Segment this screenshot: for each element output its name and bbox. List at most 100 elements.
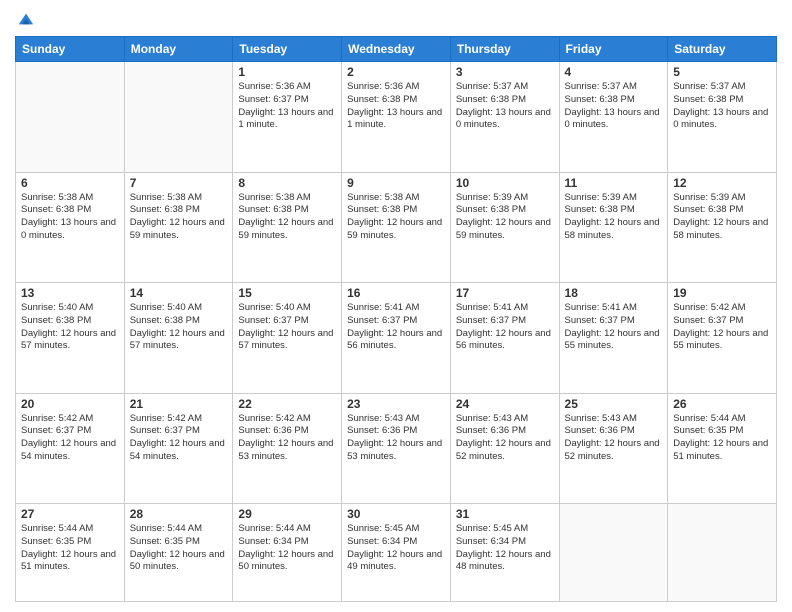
week-row-4: 20 Sunrise: 5:42 AM Sunset: 6:37 PM Dayli…	[16, 393, 777, 504]
day-cell: 10 Sunrise: 5:39 AM Sunset: 6:38 PM Dayli…	[450, 172, 559, 283]
day-number: 7	[130, 176, 228, 190]
day-info: Sunrise: 5:39 AM Sunset: 6:38 PM Dayligh…	[565, 192, 663, 243]
day-number: 30	[347, 507, 445, 521]
day-header-tuesday: Tuesday	[233, 37, 342, 62]
day-info: Sunrise: 5:43 AM Sunset: 6:36 PM Dayligh…	[456, 413, 554, 464]
day-number: 29	[238, 507, 336, 521]
day-cell: 18 Sunrise: 5:41 AM Sunset: 6:37 PM Dayli…	[559, 283, 668, 394]
day-info: Sunrise: 5:44 AM Sunset: 6:34 PM Dayligh…	[238, 523, 336, 574]
day-cell: 20 Sunrise: 5:42 AM Sunset: 6:37 PM Dayli…	[16, 393, 125, 504]
day-info: Sunrise: 5:42 AM Sunset: 6:37 PM Dayligh…	[21, 413, 119, 464]
day-cell: 11 Sunrise: 5:39 AM Sunset: 6:38 PM Dayli…	[559, 172, 668, 283]
day-number: 14	[130, 286, 228, 300]
day-cell: 13Sunrise: 5:40 AM Sunset: 6:38 PM Dayli…	[16, 283, 125, 394]
day-cell: 14 Sunrise: 5:40 AM Sunset: 6:38 PM Dayli…	[124, 283, 233, 394]
day-cell: 5Sunrise: 5:37 AM Sunset: 6:38 PM Daylig…	[668, 62, 777, 173]
day-header-monday: Monday	[124, 37, 233, 62]
day-info: Sunrise: 5:40 AM Sunset: 6:38 PM Dayligh…	[130, 302, 228, 353]
day-cell: 28Sunrise: 5:44 AM Sunset: 6:35 PM Dayli…	[124, 504, 233, 602]
day-number: 26	[673, 397, 771, 411]
day-info: Sunrise: 5:38 AM Sunset: 6:38 PM Dayligh…	[238, 192, 336, 243]
day-info: Sunrise: 5:39 AM Sunset: 6:38 PM Dayligh…	[456, 192, 554, 243]
day-number: 8	[238, 176, 336, 190]
day-number: 22	[238, 397, 336, 411]
day-number: 6	[21, 176, 119, 190]
week-row-3: 13 Sunrise: 5:40 AM Sunset: 6:38 PM Dayli…	[16, 283, 777, 394]
day-number: 1	[238, 65, 336, 79]
day-cell: 31 Sunrise: 5:45 AM Sunset: 6:34 PM Dayli…	[450, 504, 559, 602]
day-number: 17	[456, 286, 554, 300]
day-number: 13	[21, 286, 119, 300]
day-cell: 12 Sunrise: 5:39 AM Sunset: 6:38 PM Dayli…	[668, 172, 777, 283]
day-info: Sunrise: 5:45 AM Sunset: 6:34 PM Dayligh…	[347, 523, 445, 574]
day-number: 10	[456, 176, 554, 190]
day-cell: 27 Sunrise: 5:44 AM Sunset: 6:35 PM Dayli…	[16, 504, 125, 602]
day-cell: 1Sunrise: 5:36 AM Sunset: 6:37 PM Daylig…	[233, 62, 342, 173]
day-info: Sunrise: 5:43 AM Sunset: 6:36 PM Dayligh…	[347, 413, 445, 464]
day-info: Sunrise: 5:44 AM Sunset: 6:35 PM Dayligh…	[21, 523, 119, 574]
day-cell: 6 Sunrise: 5:38 AM Sunset: 6:38 PM Daylig…	[16, 172, 125, 283]
day-cell	[668, 504, 777, 602]
logo	[15, 10, 35, 28]
page: SundayMondayTuesdayWednesdayThursdayFrid…	[0, 0, 792, 612]
day-number: 21	[130, 397, 228, 411]
day-info: Sunrise: 5:37 AM Sunset: 6:38 PM Dayligh…	[673, 81, 771, 132]
day-cell: 21 Sunrise: 5:42 AM Sunset: 6:37 PM Dayli…	[124, 393, 233, 504]
day-info: Sunrise: 5:42 AM Sunset: 6:37 PM Dayligh…	[130, 413, 228, 464]
day-cell: 17 Sunrise: 5:41 AM Sunset: 6:37 PM Dayli…	[450, 283, 559, 394]
day-number: 27	[21, 507, 119, 521]
day-cell: 23 Sunrise: 5:43 AM Sunset: 6:36 PM Dayli…	[342, 393, 451, 504]
day-info: Sunrise: 5:44 AM Sunset: 6:35 PM Dayligh…	[673, 413, 771, 464]
day-info: Sunrise: 5:38 AM Sunset: 6:38 PM Dayligh…	[130, 192, 228, 243]
day-header-saturday: Saturday	[668, 37, 777, 62]
week-row-2: 6 Sunrise: 5:38 AM Sunset: 6:38 PM Daylig…	[16, 172, 777, 283]
logo-icon	[17, 10, 35, 28]
day-number: 3	[456, 65, 554, 79]
day-number: 16	[347, 286, 445, 300]
day-header-thursday: Thursday	[450, 37, 559, 62]
day-cell: 22Sunrise: 5:42 AM Sunset: 6:36 PM Dayli…	[233, 393, 342, 504]
day-number: 11	[565, 176, 663, 190]
day-cell: 19Sunrise: 5:42 AM Sunset: 6:37 PM Dayli…	[668, 283, 777, 394]
day-info: Sunrise: 5:37 AM Sunset: 6:38 PM Dayligh…	[565, 81, 663, 132]
day-number: 4	[565, 65, 663, 79]
header	[15, 10, 777, 28]
day-number: 23	[347, 397, 445, 411]
day-cell: 7 Sunrise: 5:38 AM Sunset: 6:38 PM Daylig…	[124, 172, 233, 283]
day-info: Sunrise: 5:40 AM Sunset: 6:37 PM Dayligh…	[238, 302, 336, 353]
day-cell: 26 Sunrise: 5:44 AM Sunset: 6:35 PM Dayli…	[668, 393, 777, 504]
day-info: Sunrise: 5:38 AM Sunset: 6:38 PM Dayligh…	[21, 192, 119, 243]
day-info: Sunrise: 5:45 AM Sunset: 6:34 PM Dayligh…	[456, 523, 554, 574]
header-row: SundayMondayTuesdayWednesdayThursdayFrid…	[16, 37, 777, 62]
day-info: Sunrise: 5:39 AM Sunset: 6:38 PM Dayligh…	[673, 192, 771, 243]
day-cell: 24Sunrise: 5:43 AM Sunset: 6:36 PM Dayli…	[450, 393, 559, 504]
day-cell: 4 Sunrise: 5:37 AM Sunset: 6:38 PM Daylig…	[559, 62, 668, 173]
day-cell: 30 Sunrise: 5:45 AM Sunset: 6:34 PM Dayli…	[342, 504, 451, 602]
day-info: Sunrise: 5:37 AM Sunset: 6:38 PM Dayligh…	[456, 81, 554, 132]
day-number: 20	[21, 397, 119, 411]
day-info: Sunrise: 5:38 AM Sunset: 6:38 PM Dayligh…	[347, 192, 445, 243]
day-info: Sunrise: 5:41 AM Sunset: 6:37 PM Dayligh…	[565, 302, 663, 353]
day-cell	[16, 62, 125, 173]
day-number: 28	[130, 507, 228, 521]
day-number: 2	[347, 65, 445, 79]
day-number: 12	[673, 176, 771, 190]
day-number: 15	[238, 286, 336, 300]
calendar-table: SundayMondayTuesdayWednesdayThursdayFrid…	[15, 36, 777, 602]
day-number: 31	[456, 507, 554, 521]
day-cell: 25Sunrise: 5:43 AM Sunset: 6:36 PM Dayli…	[559, 393, 668, 504]
week-row-5: 27 Sunrise: 5:44 AM Sunset: 6:35 PM Dayli…	[16, 504, 777, 602]
day-info: Sunrise: 5:41 AM Sunset: 6:37 PM Dayligh…	[456, 302, 554, 353]
day-info: Sunrise: 5:41 AM Sunset: 6:37 PM Dayligh…	[347, 302, 445, 353]
day-info: Sunrise: 5:36 AM Sunset: 6:38 PM Dayligh…	[347, 81, 445, 132]
day-number: 19	[673, 286, 771, 300]
day-cell: 9 Sunrise: 5:38 AM Sunset: 6:38 PM Daylig…	[342, 172, 451, 283]
day-cell: 15 Sunrise: 5:40 AM Sunset: 6:37 PM Dayli…	[233, 283, 342, 394]
day-number: 9	[347, 176, 445, 190]
day-cell: 3 Sunrise: 5:37 AM Sunset: 6:38 PM Daylig…	[450, 62, 559, 173]
day-cell: 8 Sunrise: 5:38 AM Sunset: 6:38 PM Daylig…	[233, 172, 342, 283]
day-number: 18	[565, 286, 663, 300]
day-number: 25	[565, 397, 663, 411]
day-header-sunday: Sunday	[16, 37, 125, 62]
day-cell	[124, 62, 233, 173]
